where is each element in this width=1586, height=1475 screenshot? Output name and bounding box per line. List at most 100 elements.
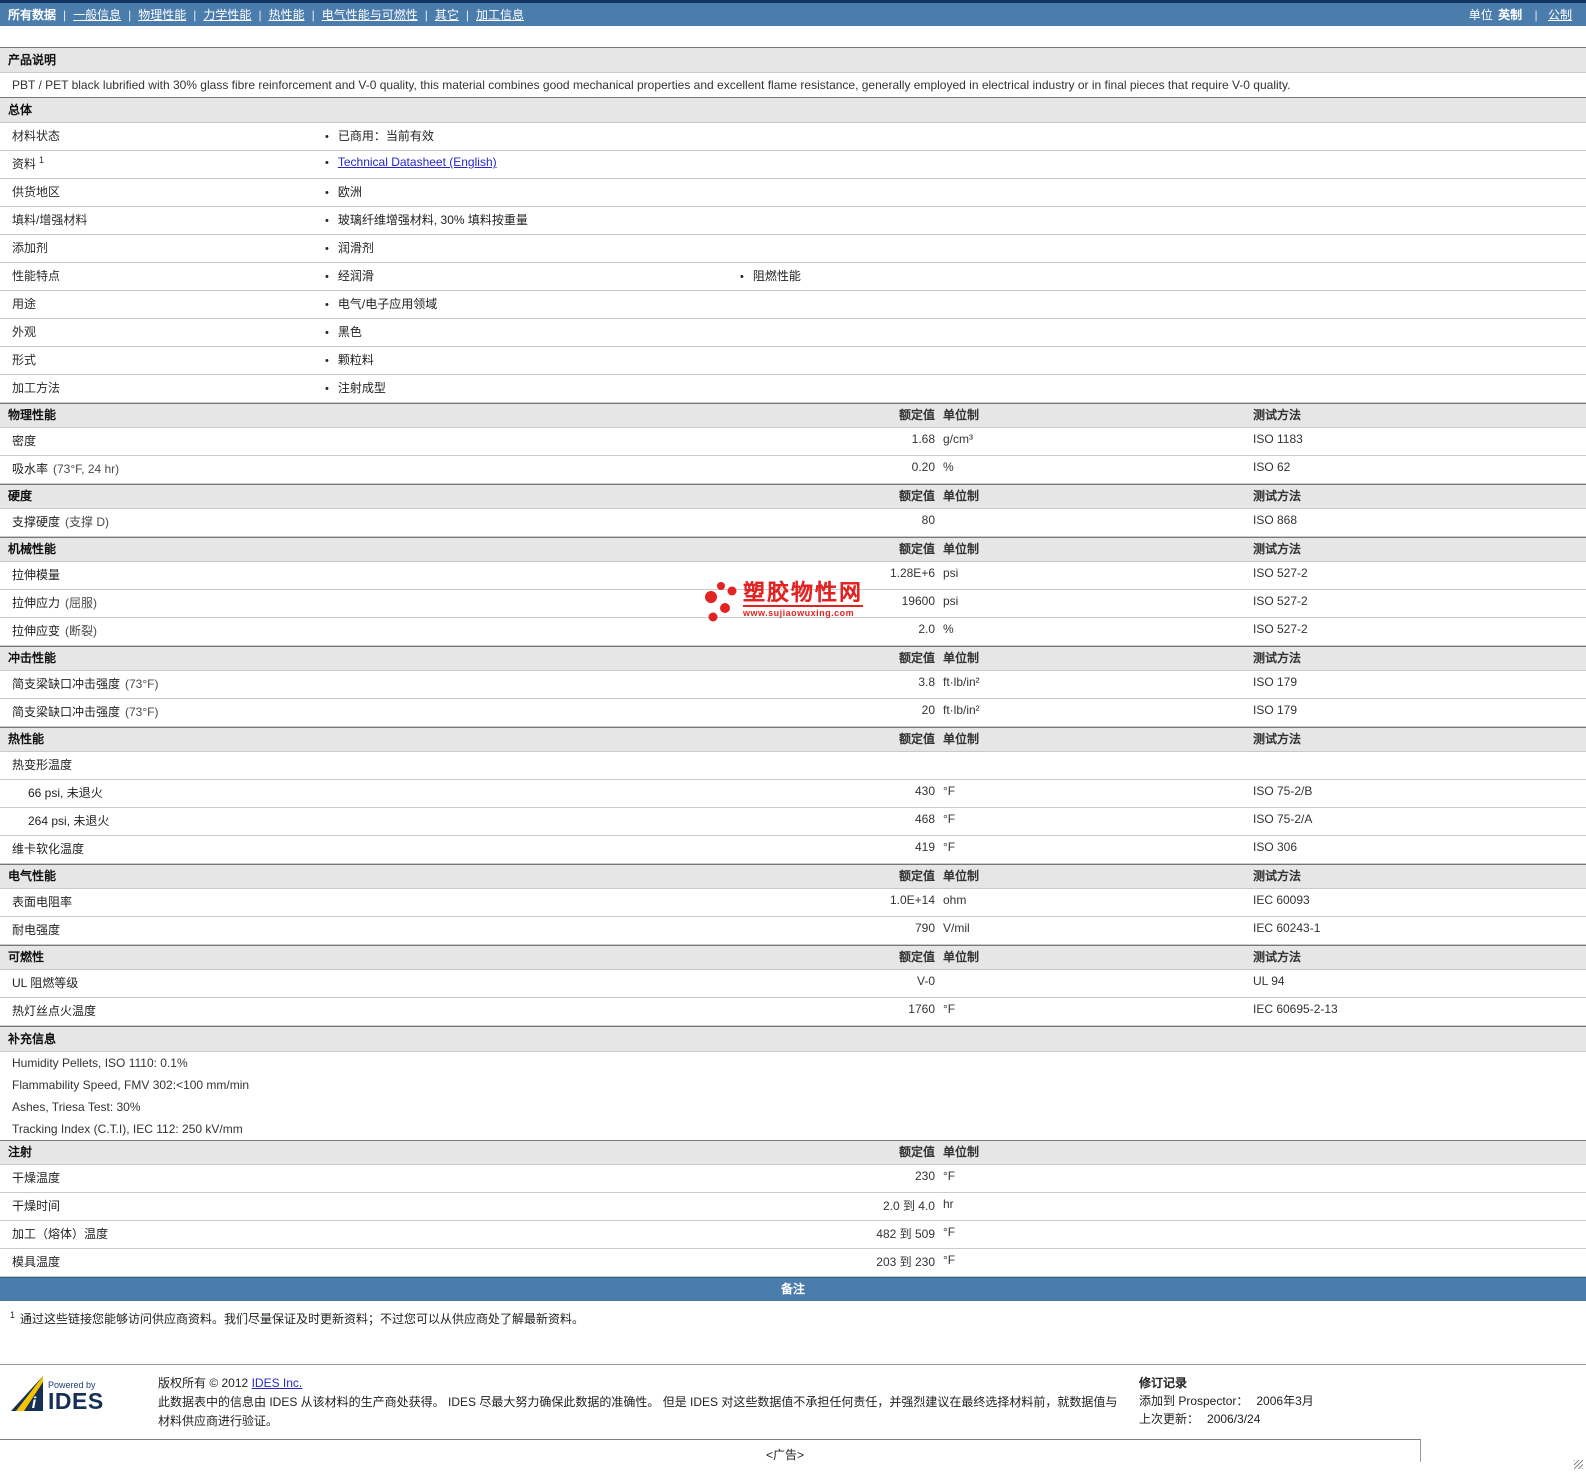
property-label: 加工（熔体）温度 — [12, 1227, 109, 1241]
general-bullet-1: • 欧洲 — [325, 183, 740, 200]
property-row: 66 psi, 未退火 430 °F ISO 75-2/B — [0, 780, 1586, 808]
property-row: 支撑硬度 (支撑 D) 80 ISO 868 — [0, 509, 1586, 537]
revision-updated-line: 上次更新： 2006/3/24 — [1139, 1410, 1314, 1428]
unit-switcher: 单位 英制 | 公制 — [1469, 6, 1572, 23]
property-label: 表面电阻率 — [12, 895, 73, 909]
property-unit — [935, 974, 1253, 991]
bullet-text: 注射成型 — [337, 381, 386, 395]
section-title: 物理性能 — [8, 408, 57, 422]
property-row: UL 阻燃等级 V-0 UL 94 — [0, 970, 1586, 998]
column-header-value: 额定值 — [898, 950, 935, 964]
property-row: 耐电强度 790 V/mil IEC 60243-1 — [0, 917, 1586, 945]
property-row: 热灯丝点火温度 1760 °F IEC 60695-2-13 — [0, 998, 1586, 1026]
general-row: 材料状态 • 已商用：当前有效 — [0, 123, 1586, 151]
bullet-icon: • — [325, 215, 329, 227]
section-title: 冲击性能 — [8, 651, 57, 665]
section-header-row: 冲击性能 额定值 单位制 测试方法 — [0, 646, 1586, 671]
test-method: IEC 60093 — [1253, 893, 1310, 907]
test-method: ISO 868 — [1253, 513, 1298, 527]
general-bullet-1: • 已商用：当前有效 — [325, 127, 740, 144]
property-unit: °F — [943, 1169, 956, 1183]
property-value: 430 — [914, 784, 935, 798]
column-header-method: 测试方法 — [1253, 869, 1302, 883]
property-row: 维卡软化温度 419 °F ISO 306 — [0, 836, 1586, 864]
notes-bar: 备注 — [0, 1277, 1586, 1301]
property-condition: (73°F) — [125, 677, 159, 691]
section-title: 注射 — [8, 1145, 33, 1159]
bullet-text: 颗粒料 — [337, 353, 374, 367]
general-row: 外观 • 黑色 — [0, 319, 1586, 347]
bullet-icon: • — [325, 243, 329, 255]
nav-tab-6[interactable]: 电气性能与可燃性 — [322, 8, 418, 22]
nav-separator: | — [193, 8, 197, 22]
bullet-text: 玻璃纤维增强材料, 30% 填料按重量 — [337, 213, 528, 227]
property-value: 0.20 — [911, 460, 935, 474]
property-value: 790 — [914, 921, 935, 935]
general-row: 形式 • 颗粒料 — [0, 347, 1586, 375]
property-unit: psi — [943, 566, 959, 580]
nav-separator: | — [128, 8, 132, 22]
revision-added-line: 添加到 Prospector： 2006年3月 — [1139, 1392, 1314, 1410]
general-row: 性能特点 • 经润滑 • 阻燃性能 — [0, 263, 1586, 291]
copyright-text: 版权所有 © 2012 — [158, 1376, 249, 1390]
property-value: V-0 — [916, 974, 935, 988]
test-method — [1253, 1253, 1586, 1270]
section-header-row: 硬度 额定值 单位制 测试方法 — [0, 484, 1586, 509]
nav-tab-4[interactable]: 力学性能 — [203, 8, 251, 22]
property-unit: ft·lb/in² — [943, 703, 980, 717]
bullet-icon: • — [325, 355, 329, 367]
nav-tab-list: 所有数据 | 一般信息 | 物理性能 | 力学性能 | 热性能 | 电气性能与可燃性 | 其它 | 加工信息 — [8, 6, 524, 23]
updated-label: 上次更新： — [1139, 1412, 1200, 1426]
test-method: UL 94 — [1253, 974, 1285, 988]
general-row-label: 加工方法 — [12, 381, 61, 395]
property-unit: °F — [943, 1002, 956, 1016]
property-value: 2.0 到 4.0 — [882, 1199, 935, 1213]
nav-separator: | — [311, 8, 315, 22]
general-bullet-1: • 经润滑 — [325, 267, 740, 284]
nav-tab-1[interactable]: 所有数据 — [8, 8, 56, 22]
section-title: 可燃性 — [8, 950, 45, 964]
datasheet-page: 所有数据 | 一般信息 | 物理性能 | 力学性能 | 热性能 | 电气性能与可燃性 | 其它 | 加工信息… — [0, 0, 1586, 1475]
ides-inc-link[interactable]: IDES Inc. — [252, 1376, 303, 1390]
property-value — [748, 756, 935, 773]
nav-tab-7[interactable]: 其它 — [435, 8, 459, 22]
supplementary-line: Ashes, Triesa Test: 30% — [12, 1100, 141, 1114]
property-row: 热变形温度 — [0, 752, 1586, 780]
nav-tab-2[interactable]: 一般信息 — [73, 8, 121, 22]
test-method — [1253, 1197, 1586, 1214]
unit-metric-link[interactable]: 公制 — [1548, 8, 1572, 22]
property-unit: ohm — [943, 893, 967, 907]
nav-tab-5[interactable]: 热性能 — [269, 8, 305, 22]
property-value: 1.68 — [911, 432, 935, 446]
supplementary-lines: Humidity Pellets, ISO 1110: 0.1% Flammabi… — [0, 1052, 1586, 1140]
bullet-icon: • — [325, 157, 329, 169]
test-method: IEC 60243-1 — [1253, 921, 1321, 935]
unit-imperial[interactable]: 英制 — [1498, 8, 1522, 22]
general-bullet-1: • 玻璃纤维增强材料, 30% 填料按重量 — [325, 211, 740, 228]
property-condition: (屈服) — [65, 596, 98, 610]
nav-separator: | — [258, 8, 262, 22]
property-unit: hr — [943, 1197, 954, 1211]
property-label: 66 psi, 未退火 — [28, 786, 103, 800]
ides-logo-icon: i — [11, 1376, 43, 1412]
added-value: 2006年3月 — [1256, 1394, 1314, 1408]
property-condition: (支撑 D) — [65, 515, 110, 529]
ides-logo: i Powered by IDES — [10, 1374, 158, 1413]
property-unit: °F — [943, 1225, 956, 1239]
column-header-value: 额定值 — [898, 651, 935, 665]
supplementary-line: Flammability Speed, FMV 302:<100 mm/min — [12, 1078, 250, 1092]
general-row-label: 外观 — [12, 325, 37, 339]
nav-tab-3[interactable]: 物理性能 — [138, 8, 186, 22]
property-label: 拉伸模量 — [12, 568, 61, 582]
column-header-method: 测试方法 — [1253, 408, 1302, 422]
technical-datasheet-link[interactable]: Technical Datasheet (English) — [338, 155, 497, 169]
property-row: 简支梁缺口冲击强度 (73°F) 20 ft·lb/in² ISO 179 — [0, 699, 1586, 727]
injection-row: 干燥温度 230 °F — [0, 1165, 1586, 1193]
nav-tab-8[interactable]: 加工信息 — [476, 8, 524, 22]
property-unit — [935, 756, 1253, 773]
property-label: 支撑硬度 (支撑 D) — [12, 515, 110, 529]
ad-frame-border — [1420, 1440, 1421, 1462]
product-description-header: 产品说明 — [0, 47, 1586, 73]
resize-grip-icon — [1574, 1460, 1583, 1469]
column-header-unit: 单位制 — [943, 869, 980, 883]
